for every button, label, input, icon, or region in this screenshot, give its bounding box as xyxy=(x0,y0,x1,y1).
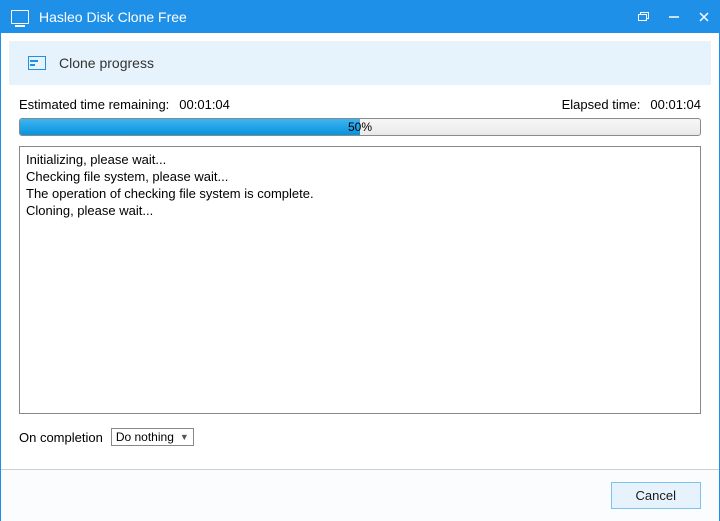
window-title: Hasleo Disk Clone Free xyxy=(39,9,637,25)
log-output: Initializing, please wait...Checking fil… xyxy=(19,146,701,414)
page-title: Clone progress xyxy=(59,55,154,71)
remaining-label: Estimated time remaining: xyxy=(19,97,169,112)
completion-row: On completion Do nothing ▼ xyxy=(19,428,701,446)
completion-label: On completion xyxy=(19,430,103,445)
subheader: Clone progress xyxy=(9,41,711,85)
completion-select[interactable]: Do nothing ▼ xyxy=(111,428,194,446)
window-controls xyxy=(637,10,711,24)
elapsed-value: 00:01:04 xyxy=(650,97,701,112)
log-line: The operation of checking file system is… xyxy=(26,185,694,202)
remaining-value: 00:01:04 xyxy=(179,97,230,112)
close-icon[interactable] xyxy=(697,10,711,24)
restore-down-icon[interactable] xyxy=(637,10,651,24)
app-icon xyxy=(11,10,29,24)
elapsed-label: Elapsed time: xyxy=(562,97,641,112)
minimize-icon[interactable] xyxy=(667,10,681,24)
log-line: Cloning, please wait... xyxy=(26,202,694,219)
progress-bar: 50% xyxy=(19,118,701,136)
log-line: Checking file system, please wait... xyxy=(26,168,694,185)
titlebar: Hasleo Disk Clone Free xyxy=(1,1,719,33)
progress-icon xyxy=(27,53,47,73)
chevron-down-icon: ▼ xyxy=(180,432,189,442)
progress-text: 50% xyxy=(20,119,700,135)
cancel-button[interactable]: Cancel xyxy=(611,482,701,509)
content-area: Estimated time remaining: 00:01:04 Elaps… xyxy=(1,93,719,446)
completion-selected: Do nothing xyxy=(116,430,174,444)
footer: Cancel xyxy=(1,469,719,521)
log-line: Initializing, please wait... xyxy=(26,151,694,168)
time-row: Estimated time remaining: 00:01:04 Elaps… xyxy=(19,97,701,112)
